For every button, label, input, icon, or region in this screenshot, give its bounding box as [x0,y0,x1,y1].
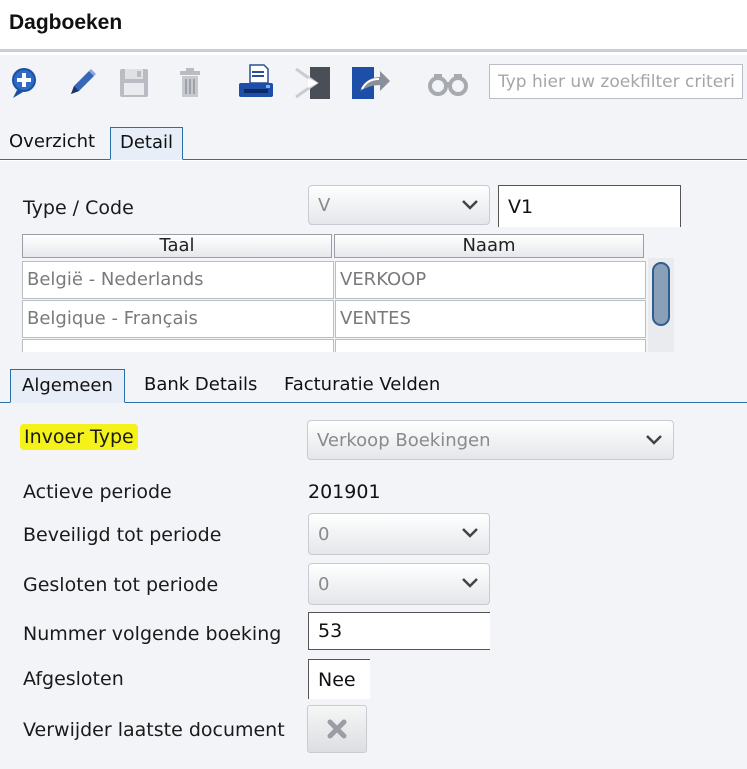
plus-circle-icon [12,68,36,98]
gesloten-value: 0 [318,573,330,595]
tab-detail[interactable]: Detail [110,127,184,160]
binoculars-icon [428,74,468,96]
verwijder-label: Verwijder laatste document [23,719,285,741]
detail-panel: Type / Code V V1 Taal Naam België - Nede… [0,161,747,769]
afgesloten-label: Afgesloten [23,668,124,690]
nummer-label: Nummer volgende boeking [23,623,282,645]
actieve-periode-value: 201901 [308,481,381,503]
window-title: Dagboeken [9,11,123,34]
tab-bank-details[interactable]: Bank Details [133,369,268,403]
beveiligd-select[interactable]: 0 [308,513,490,555]
actieve-periode-label: Actieve periode [23,481,172,503]
table-scrollbar-thumb[interactable] [652,262,670,326]
beveiligd-value: 0 [318,523,330,545]
import-arrow-icon [295,67,330,99]
column-header-taal[interactable]: Taal [22,234,332,258]
close-icon [327,719,347,739]
search-button[interactable] [428,63,468,103]
tab-facturatie-velden[interactable]: Facturatie Velden [273,369,451,403]
delete-button[interactable] [170,63,210,103]
print-button[interactable] [236,63,276,103]
title-bar: Dagboeken [0,0,747,52]
edit-button[interactable] [62,63,102,103]
table-scrollbar[interactable] [648,258,674,352]
toolbar [0,55,747,115]
type-code-label: Type / Code [23,197,134,219]
code-field-value: V1 [508,195,534,218]
afgesloten-value: Nee [318,668,356,691]
export-arrow-icon [352,67,390,99]
table-row-cell-taal[interactable]: Belgique - Français [22,300,334,338]
invoer-type-select[interactable]: Verkoop Boekingen [307,420,674,460]
export-button[interactable] [350,63,390,103]
table-row-cell-naam[interactable]: VERKOOP [335,261,646,299]
beveiligd-label: Beveiligd tot periode [23,524,222,546]
search-box [489,64,743,99]
chevron-down-icon [462,528,478,538]
invoer-type-label-wrap: Invoer Type [20,424,138,450]
search-input[interactable] [490,65,742,98]
afgesloten-field[interactable]: Nee [308,659,370,699]
tab-overzicht[interactable]: Overzicht [0,127,104,160]
table-row-cell-naam[interactable] [335,339,646,352]
import-button[interactable] [294,63,334,103]
chevron-down-icon [462,200,478,210]
pencil-icon [71,69,96,94]
code-field[interactable]: V1 [498,185,681,227]
sub-tabs: Algemeen Bank Details Facturatie Velden [0,361,747,403]
invoer-type-value: Verkoop Boekingen [317,429,491,451]
chevron-down-icon [462,578,478,588]
type-select[interactable]: V [308,185,490,225]
nummer-field[interactable]: 53 [308,612,490,650]
gesloten-select[interactable]: 0 [308,563,490,605]
tab-algemeen[interactable]: Algemeen [10,369,125,403]
save-button[interactable] [114,63,154,103]
printer-icon [239,64,273,97]
chevron-down-icon [646,435,662,445]
main-tabs: Overzicht Detail [0,115,747,160]
table-row-cell-naam[interactable]: VENTES [335,300,646,338]
type-select-value: V [318,194,331,216]
trash-icon [180,68,200,97]
column-header-naam[interactable]: Naam [334,234,644,258]
language-names-table: Taal Naam België - Nederlands VERKOOP Be… [22,234,677,352]
table-row-cell-taal[interactable] [22,339,334,352]
floppy-disk-icon [120,69,148,97]
code-field-border [680,185,681,227]
invoer-type-label: Invoer Type [20,424,138,450]
gesloten-label: Gesloten tot periode [23,574,219,596]
nummer-value: 53 [318,620,343,642]
table-row-cell-taal[interactable]: België - Nederlands [22,261,334,299]
add-button[interactable] [4,63,44,103]
verwijder-button[interactable] [307,705,367,753]
